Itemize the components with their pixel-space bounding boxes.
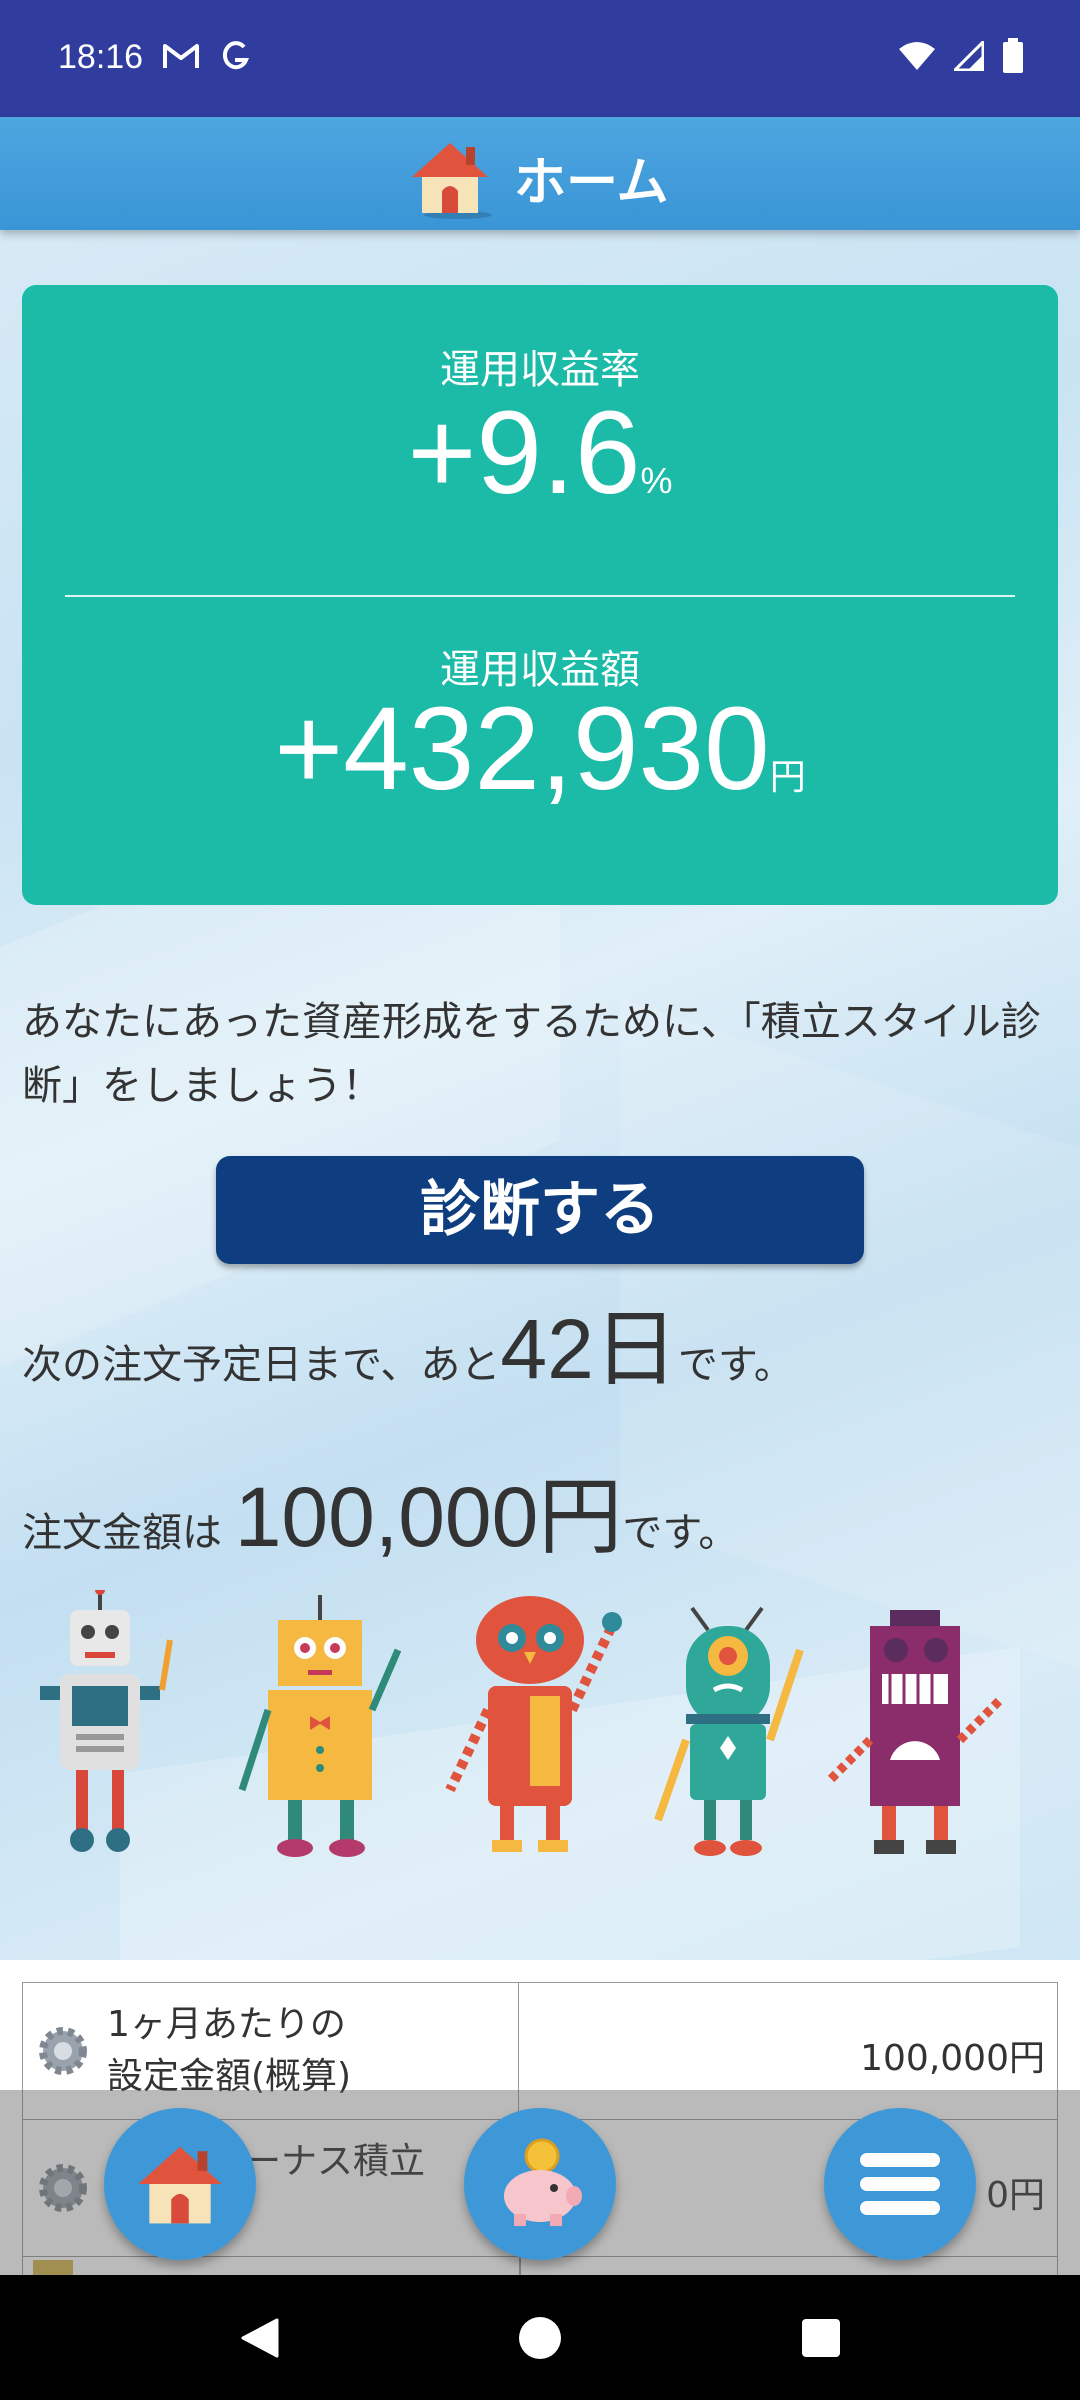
profit-card: 運用収益率 +9.6% 運用収益額 +432,930円: [22, 285, 1058, 905]
profit-amount-unit: 円: [769, 756, 806, 797]
status-bar: 18:16: [0, 0, 1080, 117]
card-divider: [65, 595, 1015, 597]
recents-icon: [801, 2318, 840, 2357]
back-button[interactable]: [196, 2275, 321, 2400]
robots-illustration: [40, 1590, 1004, 1857]
profit-rate-unit: %: [640, 460, 673, 501]
diagnose-button[interactable]: 診断する: [216, 1156, 864, 1264]
intro-text: あなたにあった資産形成をするために、「積立スタイル診断」をしましょう！: [22, 999, 1041, 1109]
piggy-bank-icon: [504, 2138, 582, 2226]
gmail-icon: [163, 44, 199, 68]
g-icon: [222, 41, 249, 70]
home-nav-button[interactable]: [477, 2275, 602, 2400]
page-title: ホーム: [514, 152, 669, 213]
home-icon: [412, 143, 492, 219]
days-remaining: 42日: [500, 1302, 678, 1396]
row-value: 100,000円: [860, 2038, 1045, 2079]
row-label: 1ヶ月あたりの 設定金額(概算): [107, 2004, 352, 2097]
menu-icon: [860, 2153, 940, 2215]
profit-amount: +432,930円: [22, 681, 1058, 817]
status-time: 18:16: [58, 38, 144, 76]
system-nav-bar: [0, 2275, 1080, 2400]
main-content: 運用収益率 +9.6% 運用収益額 +432,930円 あなたにあった資産形成を…: [0, 230, 1080, 1960]
savings-fab-button[interactable]: [464, 2108, 616, 2260]
home-icon: [138, 2146, 222, 2224]
profit-rate: +9.6%: [22, 385, 1058, 521]
home-nav-icon: [518, 2316, 561, 2359]
back-icon: [241, 2318, 278, 2357]
order-amount-text: 注文金額は 100,000円です。: [22, 1470, 739, 1564]
profit-rate-value: +9.6: [407, 387, 641, 519]
next-order-text: 次の注文予定日まで、あと42日です。: [22, 1302, 794, 1396]
profit-amount-value: +432,930: [274, 683, 770, 815]
order-amount-value: 100,000円: [234, 1470, 623, 1564]
battery-icon: [1003, 38, 1023, 73]
wifi-icon: [899, 42, 935, 70]
signal-icon: [954, 41, 984, 71]
home-fab-button[interactable]: [104, 2108, 256, 2260]
menu-fab-button[interactable]: [824, 2108, 976, 2260]
app-bar: ホーム: [0, 117, 1080, 230]
gear-icon: [39, 2027, 87, 2075]
recents-button[interactable]: [758, 2275, 883, 2400]
